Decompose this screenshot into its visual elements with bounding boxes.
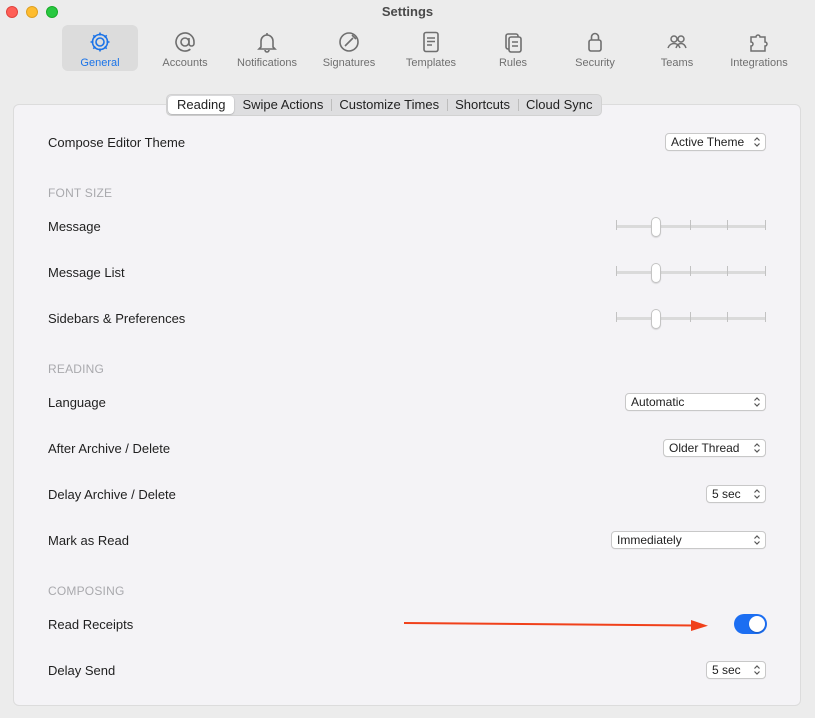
after-archive-select[interactable]: Older Thread	[663, 439, 766, 457]
message-font-slider[interactable]	[616, 216, 766, 237]
rules-icon	[505, 33, 522, 53]
language-value: Automatic	[631, 395, 685, 409]
slider-knob[interactable]	[651, 309, 661, 329]
slider-tick	[727, 266, 728, 276]
sidebars-font-label: Sidebars & Preferences	[48, 311, 186, 326]
toolbar-integrations-label: Integrations	[730, 57, 788, 69]
chevron-up-down-icon	[752, 135, 762, 149]
toolbar-accounts[interactable]: Accounts	[144, 25, 226, 71]
after-archive-label: After Archive / Delete	[48, 441, 171, 456]
chevron-up-down-icon	[752, 441, 762, 455]
chevron-up-down-icon	[752, 533, 762, 547]
message-font-label: Message	[48, 219, 101, 234]
toolbar-rules[interactable]: Rules	[472, 25, 554, 71]
chevron-up-down-icon	[752, 395, 762, 409]
annotation-arrow-icon	[404, 620, 708, 631]
puzzle-icon	[750, 34, 768, 52]
compose-theme-label: Compose Editor Theme	[48, 135, 186, 150]
toolbar-general[interactable]: General	[62, 25, 138, 71]
delay-send-label: Delay Send	[48, 663, 116, 678]
toolbar-notifications-label: Notifications	[237, 57, 297, 69]
slider-tick	[765, 312, 766, 322]
toolbar-notifications[interactable]: Notifications	[226, 25, 308, 71]
toolbar-accounts-label: Accounts	[162, 57, 208, 69]
chevron-up-down-icon	[752, 487, 762, 501]
after-archive-value: Older Thread	[669, 441, 740, 455]
slider-tick	[765, 220, 766, 230]
gear-icon	[90, 32, 110, 52]
mark-as-read-label: Mark as Read	[48, 533, 129, 548]
settings-tabs: Reading Swipe Actions Customize Times Sh…	[166, 94, 603, 116]
font-size-header: FONT SIZE	[48, 186, 113, 200]
slider-tick	[616, 220, 617, 230]
compose-theme-value: Active Theme	[671, 135, 745, 149]
tab-reading[interactable]: Reading	[168, 96, 235, 114]
slider-tick	[727, 220, 728, 230]
tab-shortcuts[interactable]: Shortcuts	[447, 96, 518, 114]
toolbar-templates-label: Templates	[405, 57, 457, 69]
reading-header: READING	[48, 362, 105, 376]
delay-archive-value: 5 sec	[712, 487, 741, 501]
at-sign-icon	[175, 32, 195, 52]
toolbar-signatures-label: Signatures	[322, 57, 376, 69]
toolbar-templates[interactable]: Templates	[390, 25, 472, 71]
toolbar-security[interactable]: Security	[554, 25, 636, 71]
signature-icon	[339, 32, 359, 52]
toolbar-signatures[interactable]: Signatures	[308, 25, 390, 71]
settings-window: Settings General Accounts Notifications …	[0, 0, 815, 718]
tab-swipe-actions[interactable]: Swipe Actions	[234, 96, 331, 114]
slider-track	[616, 317, 766, 320]
read-receipts-label: Read Receipts	[48, 617, 134, 632]
slider-tick	[616, 266, 617, 276]
language-select[interactable]: Automatic	[625, 393, 766, 411]
slider-track	[616, 271, 766, 274]
slider-knob[interactable]	[651, 217, 661, 237]
delay-archive-select[interactable]: 5 sec	[706, 485, 766, 503]
lock-icon	[588, 32, 602, 52]
mark-as-read-value: Immediately	[617, 533, 682, 547]
delay-send-select[interactable]: 5 sec	[706, 661, 766, 679]
toolbar-integrations[interactable]: Integrations	[718, 25, 800, 71]
toolbar-teams[interactable]: Teams	[636, 25, 718, 71]
toggle-knob	[749, 616, 765, 632]
slider-tick	[727, 312, 728, 322]
read-receipts-toggle[interactable]	[734, 614, 767, 634]
toolbar-security-label: Security	[575, 57, 615, 69]
composing-header: COMPOSING	[48, 584, 125, 598]
delay-archive-label: Delay Archive / Delete	[48, 487, 176, 502]
toolbar-general-label: General	[80, 57, 120, 69]
message-list-font-slider[interactable]	[616, 262, 766, 283]
mark-as-read-select[interactable]: Immediately	[611, 531, 766, 549]
slider-tick	[690, 266, 691, 276]
delay-send-value: 5 sec	[712, 663, 741, 677]
slider-knob[interactable]	[651, 263, 661, 283]
tab-cloud-sync[interactable]: Cloud Sync	[518, 96, 600, 114]
preferences-toolbar: General Accounts Notifications Signature…	[62, 25, 800, 73]
toolbar-rules-label: Rules	[498, 57, 528, 69]
chevron-up-down-icon	[752, 663, 762, 677]
language-label: Language	[48, 395, 106, 410]
bell-icon	[257, 33, 277, 53]
document-icon	[423, 31, 439, 53]
window-title: Settings	[381, 4, 434, 19]
slider-tick	[690, 312, 691, 322]
compose-theme-select[interactable]: Active Theme	[665, 133, 766, 151]
slider-tick	[616, 312, 617, 322]
toolbar-teams-label: Teams	[660, 57, 694, 69]
message-list-font-label: Message List	[48, 265, 125, 280]
slider-tick	[765, 266, 766, 276]
sidebars-font-slider[interactable]	[616, 308, 766, 329]
slider-track	[616, 225, 766, 228]
slider-tick	[690, 220, 691, 230]
tab-customize-times[interactable]: Customize Times	[331, 96, 447, 114]
people-icon	[667, 35, 687, 49]
